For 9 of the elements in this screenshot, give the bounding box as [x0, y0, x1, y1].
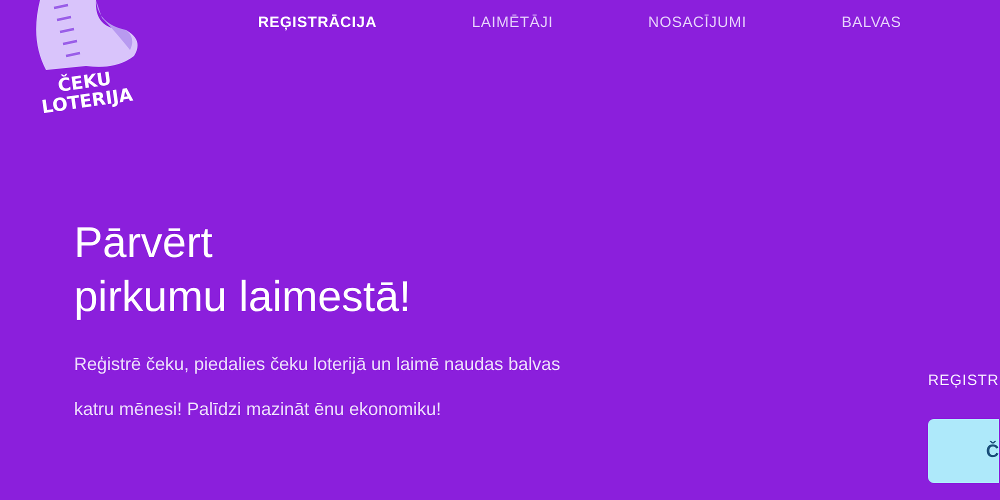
- nav-link[interactable]: NOSACĪJUMI: [648, 14, 747, 31]
- nav-link[interactable]: LAIMĒTĀJI: [472, 14, 554, 31]
- section-heading: REĢISTR: [928, 372, 999, 389]
- hero-text: Reģistrē čeku, piedalies čeku loterijā un laimē naudas balvas katru mēnesi! Palīdzi mazināt ēnu ekonomiku!: [74, 353, 562, 421]
- logo-text: ČEKU LOTERIJA: [39, 67, 134, 120]
- action-button[interactable]: Č: [928, 419, 999, 483]
- nav-link[interactable]: BALVAS: [842, 14, 902, 31]
- hero-title: Pārvērt pirkumu laimestā!: [74, 218, 412, 323]
- nav-link[interactable]: REĢISTRĀCIJA: [258, 14, 377, 31]
